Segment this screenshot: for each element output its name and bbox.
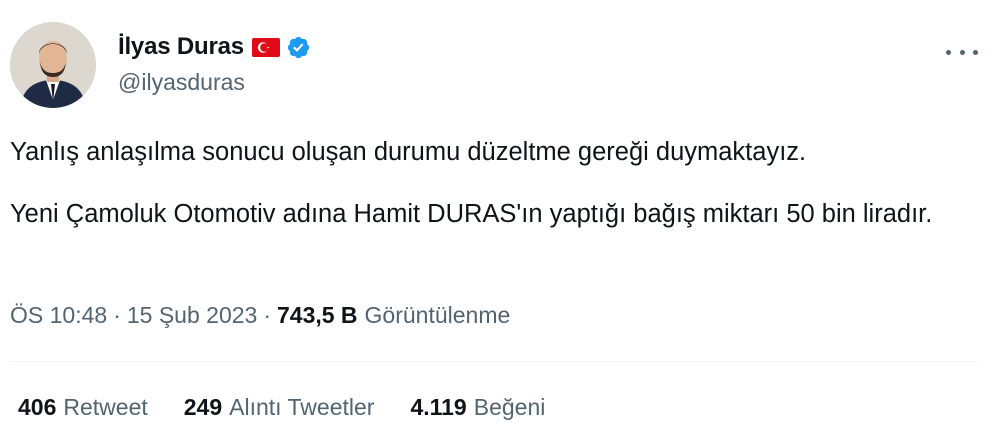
verified-badge-icon[interactable] [286,35,311,60]
tweet-text: Yanlış anlaşılma sonucu oluşan durumu dü… [10,137,970,230]
tweet-paragraph: Yeni Çamoluk Otomotiv adına Hamit DURAS'… [10,200,933,228]
more-options-icon[interactable] [946,42,978,62]
tweet-time[interactable]: ÖS 10:48 [10,302,107,329]
turkey-flag-icon [251,37,280,57]
tweet-header: İlyas Duras @ilyasduras [10,22,990,112]
meta-separator: · [263,302,271,328]
tweet-stats: 406 Retweet 249 Alıntı Tweetler 4.119 Be… [18,394,581,421]
like-count: 4.119 [410,394,467,420]
views-count: 743,5 B [276,302,358,328]
tweet-paragraph: Yanlış anlaşılma sonucu oluşan durumu dü… [10,138,807,166]
handle[interactable]: @ilyasduras [118,69,311,96]
author-info: İlyas Duras @ilyasduras [118,32,311,96]
quote-tweet-count: 249 [183,394,223,420]
meta-separator: · [113,302,121,328]
display-name[interactable]: İlyas Duras [118,33,244,61]
quote-tweet-label: Alıntı Tweetler [229,394,375,420]
avatar[interactable] [10,22,96,108]
like-stat[interactable]: 4.119 Beğeni [410,394,545,421]
retweet-count: 406 [18,394,57,420]
views-label: Görüntülenme [364,302,511,328]
quote-tweet-stat[interactable]: 249 Alıntı Tweetler [184,394,375,421]
retweet-stat[interactable]: 406 Retweet [18,394,148,421]
retweet-label: Retweet [63,394,148,420]
divider [10,361,978,362]
tweet-date[interactable]: 15 Şub 2023 [127,302,257,329]
like-label: Beğeni [473,394,546,420]
tweet-meta: ÖS 10:48 · 15 Şub 2023 · 743,5 B Görüntü… [10,302,510,329]
